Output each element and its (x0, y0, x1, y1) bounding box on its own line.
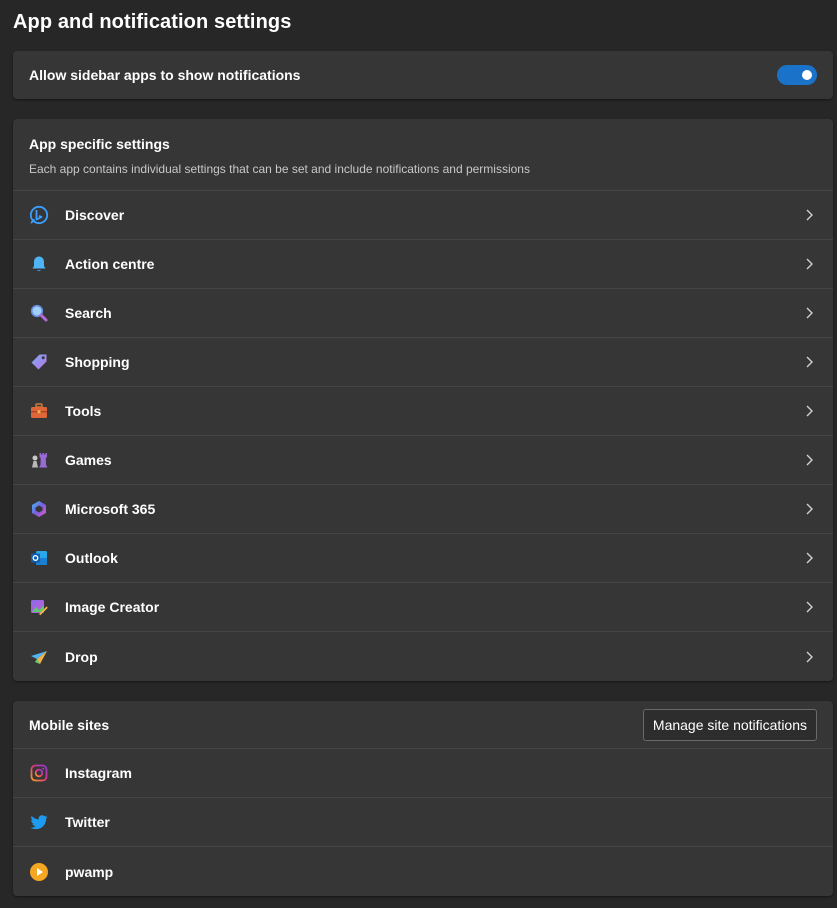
bell-icon (29, 254, 49, 274)
app-row-games[interactable]: Games (13, 436, 833, 485)
chevron-right-icon (801, 599, 817, 615)
site-row-pwamp[interactable]: pwamp (13, 847, 833, 896)
chevron-right-icon (801, 550, 817, 566)
app-row-label: Drop (65, 648, 98, 665)
notifications-toggle-switch[interactable] (777, 65, 817, 85)
section-title: App specific settings (29, 136, 170, 152)
notifications-toggle-label: Allow sidebar apps to show notifications (29, 67, 301, 83)
image-creator-icon (29, 597, 49, 617)
app-row-label: Action centre (65, 256, 155, 272)
app-row-outlook[interactable]: Outlook (13, 534, 833, 583)
site-row-label: pwamp (65, 863, 114, 880)
app-specific-settings-card: App specific settings Each app contains … (13, 119, 833, 681)
app-row-label: Discover (65, 207, 125, 223)
app-row-image-creator[interactable]: Image Creator (13, 583, 833, 632)
toolbox-icon (29, 401, 49, 421)
section-description: Each app contains individual settings th… (29, 162, 530, 176)
tag-icon (29, 352, 49, 372)
site-row-twitter[interactable]: Twitter (13, 798, 833, 847)
toggle-knob (802, 70, 812, 80)
app-row-action-centre[interactable]: Action centre (13, 240, 833, 289)
site-row-instagram[interactable]: Instagram (13, 749, 833, 798)
app-row-label: Tools (65, 403, 102, 419)
app-row-label: Games (65, 452, 112, 468)
app-row-label: Microsoft 365 (65, 501, 156, 517)
chevron-right-icon (801, 501, 817, 517)
site-row-label: Twitter (65, 814, 110, 830)
app-row-microsoft-365[interactable]: Microsoft 365 (13, 485, 833, 534)
section-title: Mobile sites (29, 716, 110, 733)
outlook-icon (29, 548, 49, 568)
chess-icon (29, 450, 49, 470)
settings-page: App and notification settings Allow side… (0, 0, 837, 908)
manage-site-notifications-button[interactable]: Manage site notifications (642, 708, 817, 741)
page-title: App and notification settings (13, 11, 292, 33)
search-icon (29, 303, 49, 323)
chevron-right-icon (801, 256, 817, 272)
app-row-search[interactable]: Search (13, 289, 833, 338)
notifications-toggle-row: Allow sidebar apps to show notifications (13, 51, 833, 99)
app-row-label: Shopping (65, 354, 130, 370)
m365-icon (29, 499, 49, 519)
app-specific-settings-header: App specific settings Each app contains … (13, 119, 833, 191)
chevron-right-icon (801, 354, 817, 370)
twitter-icon (29, 812, 49, 832)
mobile-sites-header: Mobile sites Manage site notifications (13, 701, 833, 749)
play-icon (29, 862, 49, 882)
instagram-icon (29, 763, 49, 783)
app-row-drop[interactable]: Drop (13, 632, 833, 681)
chevron-right-icon (801, 305, 817, 321)
paper-plane-icon (29, 647, 49, 667)
app-row-discover[interactable]: Discover (13, 191, 833, 240)
app-row-tools[interactable]: Tools (13, 387, 833, 436)
mobile-sites-card: Mobile sites Manage site notifications I… (13, 701, 833, 896)
chevron-right-icon (801, 403, 817, 419)
app-row-shopping[interactable]: Shopping (13, 338, 833, 387)
chevron-right-icon (801, 207, 817, 223)
notifications-toggle-card: Allow sidebar apps to show notifications (13, 51, 833, 99)
chevron-right-icon (801, 649, 817, 665)
app-row-label: Image Creator (65, 599, 160, 615)
chevron-right-icon (801, 452, 817, 468)
site-row-label: Instagram (65, 765, 132, 781)
bing-icon (29, 205, 49, 225)
app-row-label: Search (65, 305, 112, 321)
app-row-label: Outlook (65, 550, 118, 566)
